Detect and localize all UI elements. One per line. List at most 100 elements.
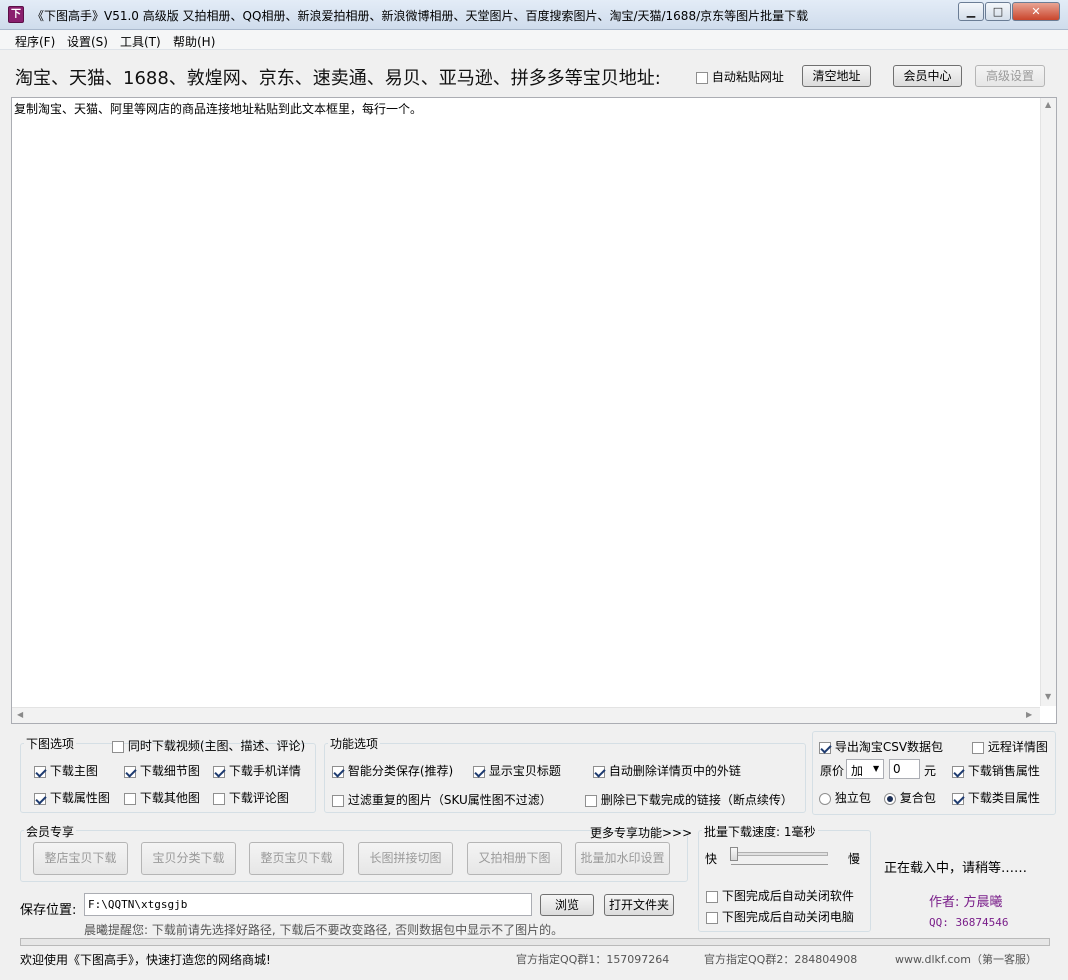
smart-category-save-label: 智能分类保存(推荐): [347, 764, 454, 778]
horizontal-scrollbar[interactable]: ◀ ▶: [12, 707, 1040, 723]
auto-close-app-checkbox[interactable]: [706, 890, 718, 903]
scroll-up-icon[interactable]: ▲: [1045, 100, 1051, 109]
download-video-option[interactable]: 同时下载视频(主图、描述、评论): [112, 737, 305, 754]
download-other-image-checkbox[interactable]: [124, 792, 136, 805]
download-detail-image-checkbox[interactable]: [124, 765, 136, 778]
remote-detail-checkbox[interactable]: [972, 741, 984, 754]
more-features-link[interactable]: 更多专享功能>>>: [590, 824, 692, 841]
scroll-left-icon[interactable]: ◀: [17, 710, 23, 719]
menu-program[interactable]: 程序(F): [15, 33, 55, 50]
download-progress-bar: [20, 938, 1050, 946]
download-mobile-detail-checkbox[interactable]: [213, 765, 225, 778]
download-other-image-label: 下载其他图: [139, 791, 200, 805]
auto-shutdown-checkbox[interactable]: [706, 911, 718, 924]
download-attribute-image-option[interactable]: 下载属性图: [34, 789, 110, 806]
save-path-input[interactable]: F:\QQTN\xtgsgjb: [84, 893, 532, 916]
menu-help[interactable]: 帮助(H): [173, 33, 215, 50]
download-main-image-option[interactable]: 下载主图: [34, 762, 98, 779]
category-download-button[interactable]: 宝贝分类下载: [141, 842, 236, 875]
download-review-image-checkbox[interactable]: [213, 792, 225, 805]
url-source-headline: 淘宝、天猫、1688、敦煌网、京东、速卖通、易贝、亚马逊、拼多多等宝贝地址:: [15, 68, 661, 89]
price-unit: 元: [924, 764, 937, 778]
remote-detail-label: 远程详情图: [987, 740, 1048, 754]
filter-duplicates-label: 过滤重复的图片（SKU属性图不过滤）: [347, 793, 552, 807]
youpai-album-download-button[interactable]: 又拍相册下图: [467, 842, 562, 875]
download-detail-image-label: 下载细节图: [139, 764, 200, 778]
single-package-option[interactable]: 独立包: [819, 789, 871, 806]
filter-duplicates-option[interactable]: 过滤重复的图片（SKU属性图不过滤）: [332, 791, 552, 808]
remove-external-links-label: 自动删除详情页中的外链: [608, 764, 741, 778]
auto-paste-checkbox[interactable]: [696, 71, 708, 84]
scroll-right-icon[interactable]: ▶: [1026, 710, 1032, 719]
remote-detail-option[interactable]: 远程详情图: [972, 738, 1048, 755]
price-operation-value: 加: [851, 764, 864, 778]
download-sales-attr-checkbox[interactable]: [952, 765, 964, 778]
delete-finished-links-label: 删除已下载完成的链接（断点续传）: [600, 793, 793, 807]
speed-slider-track[interactable]: [731, 852, 828, 856]
speed-slow-label: 慢: [848, 852, 861, 866]
export-csv-checkbox[interactable]: [819, 741, 831, 754]
single-package-radio[interactable]: [819, 792, 831, 805]
scroll-down-icon[interactable]: ▼: [1045, 692, 1051, 701]
download-main-image-checkbox[interactable]: [34, 765, 46, 778]
auto-shutdown-option[interactable]: 下图完成后自动关闭电脑: [706, 908, 854, 925]
delete-finished-links-option[interactable]: 删除已下载完成的链接（断点续传）: [585, 791, 793, 808]
speed-fast-label: 快: [705, 852, 718, 866]
vertical-scrollbar[interactable]: ▲ ▼: [1040, 98, 1056, 706]
download-category-attr-option[interactable]: 下载类目属性: [952, 789, 1040, 806]
advanced-settings-button[interactable]: 高级设置: [975, 65, 1045, 87]
download-attribute-image-checkbox[interactable]: [34, 792, 46, 805]
website-link[interactable]: www.dlkf.com（第一客服）: [895, 951, 1037, 967]
combo-package-radio[interactable]: [884, 792, 896, 805]
menu-tools[interactable]: 工具(T): [120, 33, 161, 50]
welcome-text: 欢迎使用《下图高手》，快速打造您的网络商城!: [20, 953, 271, 967]
price-value-input[interactable]: 0: [889, 759, 920, 779]
download-detail-image-option[interactable]: 下载细节图: [124, 762, 200, 779]
show-title-label: 显示宝贝标题: [488, 764, 561, 778]
download-mobile-detail-option[interactable]: 下载手机详情: [213, 762, 301, 779]
show-title-checkbox[interactable]: [473, 765, 485, 778]
smart-category-save-checkbox[interactable]: [332, 765, 344, 778]
remove-external-links-checkbox[interactable]: [593, 765, 605, 778]
download-review-image-label: 下载评论图: [228, 791, 289, 805]
auto-paste-label: 自动粘贴网址: [711, 70, 784, 84]
url-textarea[interactable]: [11, 97, 1057, 724]
download-other-image-option[interactable]: 下载其他图: [124, 789, 200, 806]
auto-close-app-option[interactable]: 下图完成后自动关闭软件: [706, 887, 854, 904]
auto-paste-option[interactable]: 自动粘贴网址: [696, 68, 784, 85]
download-sales-attr-option[interactable]: 下载销售属性: [952, 762, 1040, 779]
member-center-button[interactable]: 会员中心: [893, 65, 962, 87]
long-image-stitch-button[interactable]: 长图拼接切图: [358, 842, 453, 875]
single-package-label: 独立包: [834, 791, 871, 805]
function-options-title: 功能选项: [328, 735, 381, 752]
open-folder-button[interactable]: 打开文件夹: [604, 894, 674, 916]
download-attribute-image-label: 下载属性图: [49, 791, 110, 805]
close-button[interactable]: ✕: [1012, 2, 1060, 21]
whole-page-download-button[interactable]: 整页宝贝下载: [249, 842, 344, 875]
browse-button[interactable]: 浏览: [540, 894, 594, 916]
remove-external-links-option[interactable]: 自动删除详情页中的外链: [593, 762, 741, 779]
qq-group-2: 官方指定QQ群2：284804908: [704, 953, 858, 966]
download-category-attr-checkbox[interactable]: [952, 792, 964, 805]
batch-watermark-button[interactable]: 批量加水印设置: [575, 842, 670, 875]
show-title-option[interactable]: 显示宝贝标题: [473, 762, 561, 779]
price-operation-select[interactable]: 加 ▼: [846, 759, 884, 779]
minimize-button[interactable]: ▁: [958, 2, 984, 21]
clear-address-button[interactable]: 清空地址: [802, 65, 871, 87]
speed-slider-thumb[interactable]: [730, 847, 738, 861]
delete-finished-links-checkbox[interactable]: [585, 794, 597, 807]
export-csv-option[interactable]: 导出淘宝CSV数据包: [819, 738, 943, 755]
filter-duplicates-checkbox[interactable]: [332, 794, 344, 807]
author-label: 作者: 方晨曦: [929, 895, 1003, 910]
smart-category-save-option[interactable]: 智能分类保存(推荐): [332, 762, 453, 779]
download-review-image-option[interactable]: 下载评论图: [213, 789, 289, 806]
whole-shop-download-button[interactable]: 整店宝贝下载: [33, 842, 128, 875]
download-video-checkbox[interactable]: [112, 740, 124, 753]
download-options-title: 下图选项: [24, 735, 77, 752]
combo-package-option[interactable]: 复合包: [884, 789, 936, 806]
path-reminder-text: 晨曦提醒您: 下载前请先选择好路径, 下载后不要改变路径, 否则数据包中显示不了…: [84, 923, 564, 937]
speed-title: 批量下载速度: 1毫秒: [702, 823, 818, 840]
menu-settings[interactable]: 设置(S): [67, 33, 108, 50]
download-mobile-detail-label: 下载手机详情: [228, 764, 301, 778]
maximize-button[interactable]: □: [985, 2, 1011, 21]
